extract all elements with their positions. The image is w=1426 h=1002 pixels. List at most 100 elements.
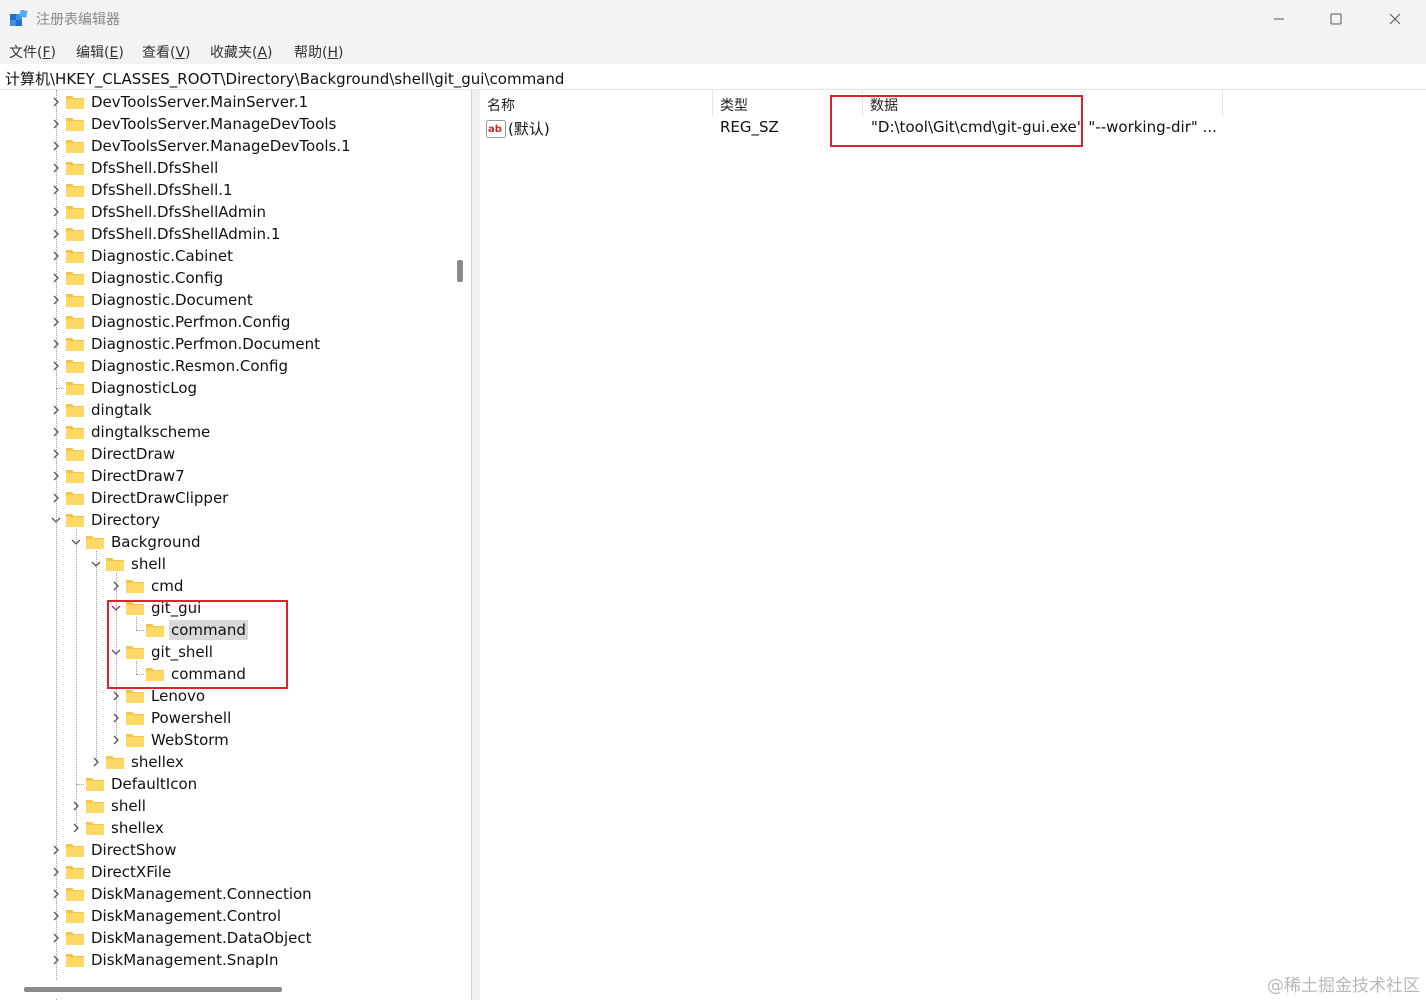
menu-favorites[interactable]: 收藏夹(A) xyxy=(210,42,273,62)
folder-icon xyxy=(66,162,84,175)
tree-item[interactable]: Diagnostic.Resmon.Config xyxy=(48,355,290,377)
chevron-right-icon[interactable] xyxy=(88,751,104,773)
menu-edit[interactable]: 编辑(E) xyxy=(76,42,124,62)
chevron-right-icon[interactable] xyxy=(68,795,84,817)
tree-item[interactable]: DirectXFile xyxy=(48,861,173,883)
tree-item[interactable]: Diagnostic.Config xyxy=(48,267,225,289)
tree-item[interactable]: DefaultIcon xyxy=(68,773,199,795)
tree-item[interactable]: DevToolsServer.MainServer.1 xyxy=(48,91,310,113)
chevron-right-icon[interactable] xyxy=(108,707,124,729)
tree-item[interactable]: Directory xyxy=(48,509,162,531)
tree-item[interactable]: DirectShow xyxy=(48,839,178,861)
tree-item[interactable]: DevToolsServer.ManageDevTools xyxy=(48,113,338,135)
address-bar[interactable]: 计算机\HKEY_CLASSES_ROOT\Directory\Backgrou… xyxy=(0,64,1426,90)
tree-item[interactable]: Diagnostic.Perfmon.Config xyxy=(48,311,292,333)
tree-item[interactable]: shellex xyxy=(88,751,186,773)
chevron-right-icon[interactable] xyxy=(48,927,64,949)
column-header-name[interactable]: 名称 xyxy=(480,90,713,116)
tree-item-label: DevToolsServer.MainServer.1 xyxy=(91,93,309,111)
value-name[interactable]: (默认) xyxy=(508,118,550,142)
tree-item[interactable]: DiskManagement.Control xyxy=(48,905,283,927)
chevron-down-icon[interactable] xyxy=(68,531,84,553)
chevron-right-icon[interactable] xyxy=(48,113,64,135)
address-path[interactable]: 计算机\HKEY_CLASSES_ROOT\Directory\Backgrou… xyxy=(5,68,564,89)
watermark: @稀土掘金技术社区 xyxy=(1267,976,1420,996)
chevron-right-icon[interactable] xyxy=(48,465,64,487)
chevron-right-icon[interactable] xyxy=(48,839,64,861)
chevron-right-icon[interactable] xyxy=(48,861,64,883)
tree-item[interactable]: DevToolsServer.ManageDevTools.1 xyxy=(48,135,353,157)
folder-icon xyxy=(66,448,84,461)
chevron-right-icon[interactable] xyxy=(48,245,64,267)
tree-item[interactable]: DirectDrawClipper xyxy=(48,487,230,509)
chevron-right-icon[interactable] xyxy=(48,157,64,179)
tree-item[interactable]: Background xyxy=(68,531,203,553)
chevron-right-icon[interactable] xyxy=(68,817,84,839)
pane-splitter[interactable] xyxy=(472,90,480,1000)
chevron-down-icon[interactable] xyxy=(48,509,64,531)
tree-item[interactable]: DiskManagement.Connection xyxy=(48,883,314,905)
chevron-right-icon[interactable] xyxy=(48,289,64,311)
chevron-right-icon[interactable] xyxy=(48,135,64,157)
close-button[interactable] xyxy=(1366,0,1424,38)
tree-item[interactable]: Diagnostic.Perfmon.Document xyxy=(48,333,322,355)
tree-horizontal-scrollbar[interactable] xyxy=(2,980,452,998)
tree-item[interactable]: DiagnosticLog xyxy=(48,377,199,399)
tree-vertical-scrollbar[interactable] xyxy=(457,260,463,282)
annotation-box-tree xyxy=(107,600,288,689)
chevron-right-icon[interactable] xyxy=(48,443,64,465)
tree-item[interactable]: cmd xyxy=(108,575,185,597)
tree-item[interactable]: DirectDraw7 xyxy=(48,465,187,487)
tree-item[interactable]: Powershell xyxy=(108,707,233,729)
tree-item[interactable]: Diagnostic.Cabinet xyxy=(48,245,235,267)
menu-help[interactable]: 帮助(H) xyxy=(294,42,343,62)
chevron-right-icon[interactable] xyxy=(48,355,64,377)
tree-item[interactable]: DfsShell.DfsShellAdmin.1 xyxy=(48,223,282,245)
tree-item[interactable]: DfsShell.DfsShellAdmin xyxy=(48,201,268,223)
svg-text:ab: ab xyxy=(488,124,502,135)
tree-item[interactable]: DfsShell.DfsShell.1 xyxy=(48,179,235,201)
chevron-right-icon[interactable] xyxy=(48,333,64,355)
tree-item[interactable]: shellex xyxy=(68,817,166,839)
chevron-right-icon[interactable] xyxy=(108,729,124,751)
tree-item-label: DiskManagement.DataObject xyxy=(91,929,312,947)
folder-icon xyxy=(86,536,104,549)
tree-item-label: DirectDraw xyxy=(91,445,176,463)
tree-item[interactable]: dingtalk xyxy=(48,399,154,421)
chevron-right-icon[interactable] xyxy=(48,267,64,289)
folder-icon xyxy=(86,778,104,791)
chevron-right-icon[interactable] xyxy=(48,421,64,443)
tree-item[interactable]: shell xyxy=(68,795,148,817)
tree-item[interactable]: WebStorm xyxy=(108,729,231,751)
folder-icon xyxy=(66,888,84,901)
tree-item[interactable]: DiskManagement.SnapIn xyxy=(48,949,280,971)
chevron-right-icon[interactable] xyxy=(48,201,64,223)
menu-view[interactable]: 查看(V) xyxy=(142,42,191,62)
chevron-down-icon[interactable] xyxy=(88,553,104,575)
chevron-right-icon[interactable] xyxy=(48,223,64,245)
chevron-right-icon[interactable] xyxy=(48,487,64,509)
folder-icon xyxy=(66,228,84,241)
chevron-right-icon[interactable] xyxy=(48,399,64,421)
maximize-button[interactable] xyxy=(1307,0,1365,38)
tree-item[interactable]: DirectDraw xyxy=(48,443,177,465)
tree-item[interactable]: shell xyxy=(88,553,168,575)
tree-item[interactable]: DfsShell.DfsShell xyxy=(48,157,220,179)
values-list[interactable]: 名称 类型 数据 ab (默认) REG_SZ "D:\tool\Git\cmd… xyxy=(480,90,1426,1002)
folder-icon xyxy=(126,690,144,703)
chevron-right-icon[interactable] xyxy=(108,575,124,597)
tree-item[interactable]: Diagnostic.Document xyxy=(48,289,255,311)
chevron-right-icon[interactable] xyxy=(48,179,64,201)
registry-tree[interactable]: DevToolsServer.MainServer.1 DevToolsServe… xyxy=(2,90,472,1000)
minimize-button[interactable] xyxy=(1250,0,1308,38)
tree-item[interactable]: dingtalkscheme xyxy=(48,421,212,443)
chevron-right-icon[interactable] xyxy=(48,311,64,333)
chevron-right-icon[interactable] xyxy=(48,883,64,905)
chevron-right-icon[interactable] xyxy=(48,949,64,971)
chevron-right-icon[interactable] xyxy=(48,905,64,927)
chevron-right-icon[interactable] xyxy=(48,91,64,113)
menu-file[interactable]: 文件(F) xyxy=(9,42,56,62)
tree-item[interactable]: DiskManagement.DataObject xyxy=(48,927,313,949)
tree-horizontal-scroll-thumb[interactable] xyxy=(24,987,282,992)
tree-item-label: Diagnostic.Resmon.Config xyxy=(91,357,288,375)
